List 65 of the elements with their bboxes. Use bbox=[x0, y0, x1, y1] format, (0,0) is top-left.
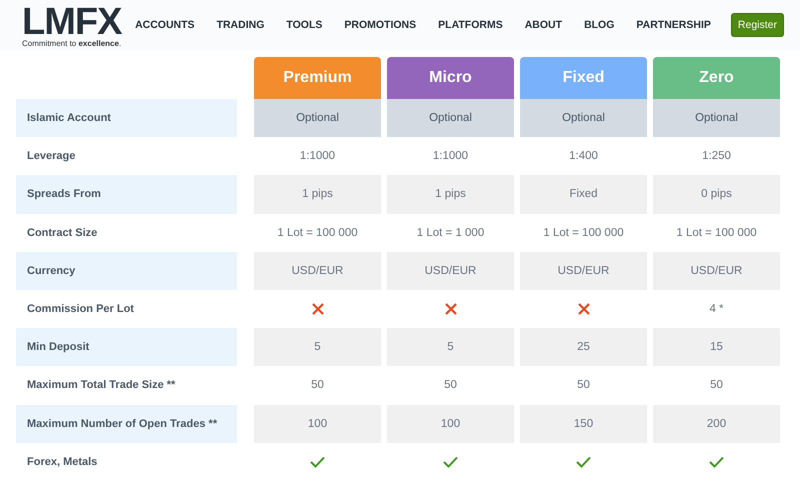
table-cell: 1:1000 bbox=[300, 150, 336, 162]
table-cell: 100 bbox=[308, 418, 328, 430]
table-cell: Optional bbox=[695, 112, 738, 124]
table-cell: 4 * bbox=[709, 303, 724, 316]
row-label: Leverage bbox=[26, 149, 76, 164]
table-cell: 1:250 bbox=[702, 150, 731, 162]
table-cell: 50 bbox=[311, 379, 324, 392]
table-cell: 1 Lot = 100 000 bbox=[543, 226, 624, 239]
nav-link[interactable]: ABOUT bbox=[524, 19, 562, 31]
table-cell: 100 bbox=[440, 418, 460, 430]
table-cell: 50 bbox=[710, 379, 723, 392]
nav-link[interactable]: ACCOUNTS bbox=[135, 19, 195, 31]
cross-icon bbox=[312, 303, 324, 316]
row-label: Currency bbox=[16, 252, 237, 290]
table-cell: 15 bbox=[710, 341, 723, 354]
table-cell: USD/EUR bbox=[558, 264, 610, 277]
nav-link[interactable]: TRADING bbox=[216, 19, 264, 31]
nav-link[interactable]: PARTNERSHIP bbox=[636, 19, 711, 31]
table-cell: Optional bbox=[429, 112, 472, 124]
table-cell: 1 Lot = 100 000 bbox=[277, 226, 358, 239]
check-icon bbox=[443, 456, 458, 468]
table-cell: 1 pips bbox=[435, 188, 466, 200]
row-label: Maximum Number of Open Trades ** bbox=[16, 404, 237, 443]
table-cell: 0 pips bbox=[701, 188, 732, 200]
row-label: Islamic Account bbox=[16, 99, 237, 138]
register-button[interactable]: Register bbox=[730, 13, 784, 37]
row-label: Min Deposit bbox=[16, 328, 237, 366]
nav-link[interactable]: TOOLS bbox=[286, 19, 322, 31]
row-label: Commission Per Lot bbox=[26, 302, 135, 318]
table-cell: 150 bbox=[574, 418, 594, 430]
plan-header: Premium bbox=[254, 57, 381, 99]
nav-link[interactable]: PLATFORMS bbox=[438, 19, 503, 31]
row-label: Contract Size bbox=[26, 226, 98, 241]
table-cell: USD/EUR bbox=[690, 264, 742, 277]
check-icon bbox=[310, 456, 325, 468]
table-cell: 50 bbox=[444, 379, 457, 392]
table-cell: 1 Lot = 1 000 bbox=[416, 226, 484, 239]
row-label: Spreads From bbox=[16, 175, 237, 214]
logo[interactable]: LMFX bbox=[22, 4, 122, 38]
table-cell: USD/EUR bbox=[292, 264, 344, 277]
nav-link[interactable]: PROMOTIONS bbox=[344, 19, 416, 31]
check-icon bbox=[576, 456, 591, 468]
row-label: Forex, Metals bbox=[26, 454, 98, 470]
table-cell: 25 bbox=[577, 341, 590, 354]
table-cell: 50 bbox=[577, 379, 590, 392]
plan-header: Micro bbox=[387, 57, 514, 99]
table-cell: 1 Lot = 100 000 bbox=[676, 226, 757, 239]
table-cell: 200 bbox=[706, 418, 726, 430]
table-cell: 5 bbox=[447, 341, 454, 354]
row-label: Maximum Total Trade Size ** bbox=[26, 378, 176, 394]
table-cell: 1:1000 bbox=[432, 150, 468, 162]
table-cell: USD/EUR bbox=[424, 264, 476, 277]
table-cell: Optional bbox=[562, 112, 605, 124]
cross-icon bbox=[444, 303, 456, 316]
logo-tagline: Commitment to excellence. bbox=[22, 38, 122, 48]
plan-header: Zero bbox=[653, 57, 780, 99]
plan-header: Fixed bbox=[520, 57, 647, 99]
table-cell: Optional bbox=[296, 112, 339, 124]
cross-icon bbox=[578, 303, 590, 316]
table-cell: 1 pips bbox=[302, 188, 333, 200]
table-cell: 1:400 bbox=[569, 150, 598, 162]
table-cell: Fixed bbox=[569, 188, 598, 200]
check-icon bbox=[709, 456, 724, 468]
table-cell: 5 bbox=[314, 341, 321, 354]
nav-link[interactable]: BLOG bbox=[584, 19, 614, 31]
